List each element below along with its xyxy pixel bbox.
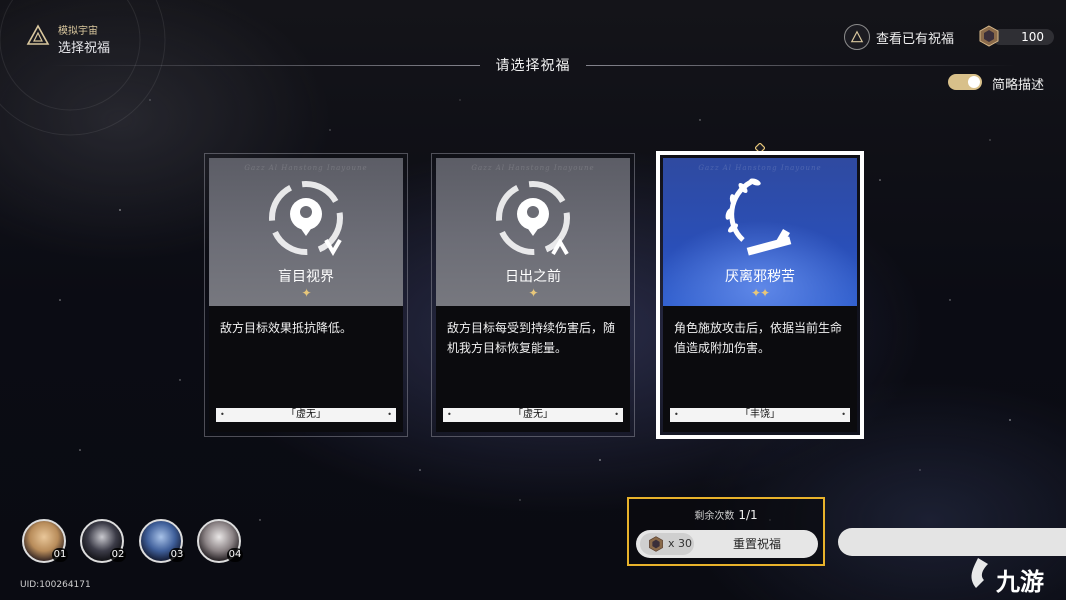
card-body: Gazz Al Hanstong Inayoune 盲目视界 ✦ 敌方目标效果抵…	[209, 158, 403, 432]
mode-label: 模拟宇宙	[58, 26, 98, 37]
nihility-emblem-icon	[269, 181, 343, 256]
currency-bar: 100	[992, 29, 1054, 45]
nihility-emblem-icon	[496, 181, 570, 256]
path-label: 「虚无」	[216, 408, 396, 422]
watermark-text: 九游	[996, 568, 1044, 596]
currency-display: 100	[978, 25, 1056, 47]
path-label: 「虚无」	[443, 408, 623, 422]
view-blessings-button[interactable]: 查看已有祝福	[844, 24, 954, 50]
abundance-emblem-icon	[725, 178, 792, 256]
uid-label: UID:100264171	[20, 580, 91, 590]
path-label: 「丰饶」	[670, 408, 850, 422]
top-bar: 模拟宇宙 选择祝福 查看已有祝福 100	[0, 0, 1066, 90]
card-description: 敌方目标每受到持续伤害后，随机我方目标恢复能量。	[447, 321, 616, 355]
toggle-knob	[968, 76, 980, 88]
page-title: 选择祝福	[58, 41, 111, 56]
card-title: 日出之前	[505, 269, 561, 285]
card-description: 角色施放攻击后，依据当前生命值造成附加伤害。	[674, 321, 843, 355]
party-slot-number: 01	[52, 548, 68, 562]
remaining-value: 1/1	[738, 508, 758, 522]
party-slot-number: 02	[110, 548, 126, 562]
simulated-universe-icon	[26, 24, 50, 45]
remaining-count: 剩余次数 1/1	[629, 507, 823, 522]
card-title: 盲目视界	[278, 269, 334, 285]
reset-button-label: 重置祝福	[732, 537, 781, 551]
brief-description-label: 简略描述	[992, 78, 1045, 93]
reset-cost-icon	[649, 536, 663, 552]
remaining-label: 剩余次数	[694, 511, 735, 522]
card-body: Gazz Al Hanstong Inayoune 日出之前 ✦ 敌方目标每受到…	[436, 158, 630, 432]
reset-blessing-button[interactable]: x 30 重置祝福	[636, 530, 818, 558]
select-blessing-prompt: 请选择祝福	[495, 58, 571, 74]
site-watermark: 九游	[868, 528, 1066, 600]
currency-value: 100	[1021, 30, 1044, 44]
reset-cost-value: x 30	[668, 537, 693, 550]
card-description: 敌方目标效果抵抗降低。	[220, 321, 353, 335]
card-art: Gazz Al Hanstong Inayoune 日出之前 ✦	[436, 158, 630, 306]
blessing-card-2[interactable]: Gazz Al Hanstong Inayoune 日出之前 ✦ 敌方目标每受到…	[431, 153, 635, 437]
reset-blessing-panel: 剩余次数 1/1 x 30 重置祝福	[627, 497, 825, 566]
blessing-card-3[interactable]: Gazz Al Hanstong Inayoune 厌离邪秽苦 ✦✦ 角色施放攻…	[656, 143, 864, 439]
rarity-stars: ✦	[528, 286, 538, 300]
card-body: Gazz Al Hanstong Inayoune 厌离邪秽苦 ✦✦ 角色施放攻…	[663, 158, 857, 432]
card-art: Gazz Al Hanstong Inayoune 厌离邪秽苦 ✦✦	[663, 158, 857, 306]
blessing-emblem-icon	[844, 24, 870, 50]
party-slot-number: 03	[169, 548, 185, 562]
reset-cost: x 30	[640, 533, 694, 555]
card-art: Gazz Al Hanstong Inayoune 盲目视界 ✦	[209, 158, 403, 306]
cosmic-fragment-icon	[979, 25, 999, 47]
view-blessings-label: 查看已有祝福	[876, 31, 955, 47]
rarity-stars: ✦	[301, 286, 311, 300]
blessing-card-1[interactable]: Gazz Al Hanstong Inayoune 盲目视界 ✦ 敌方目标效果抵…	[204, 153, 408, 437]
card-title: 厌离邪秽苦	[725, 269, 795, 285]
brief-description-toggle[interactable]	[948, 74, 982, 90]
rarity-stars: ✦✦	[750, 286, 770, 300]
party-slot-number: 04	[227, 548, 243, 562]
